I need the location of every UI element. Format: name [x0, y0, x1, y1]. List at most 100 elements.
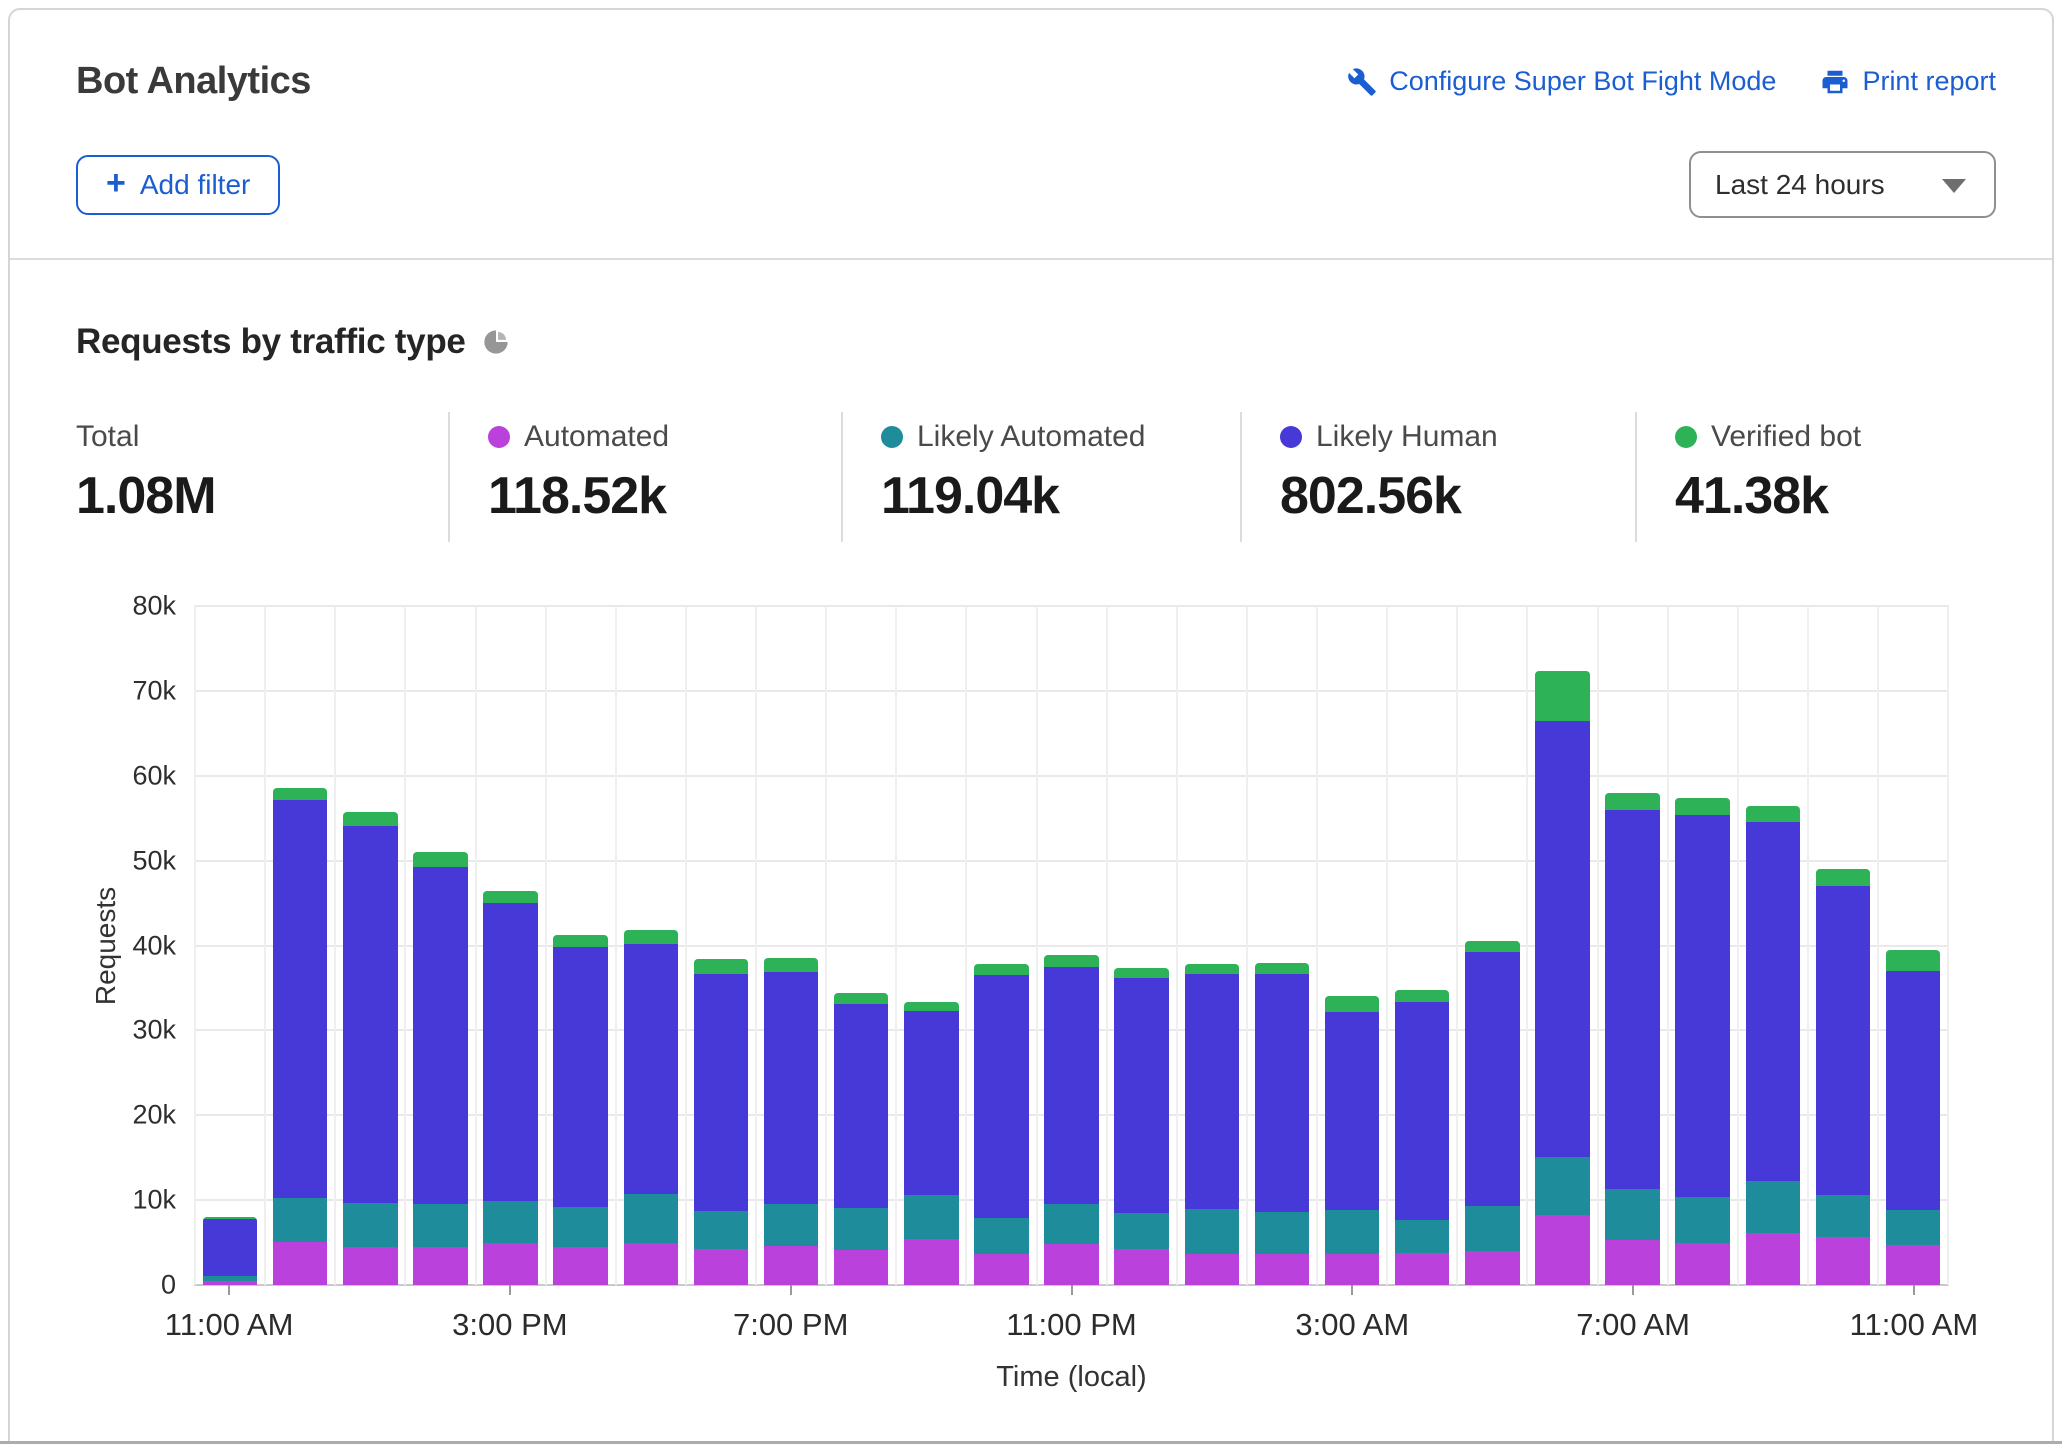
bar-13-1200am[interactable]	[1114, 968, 1169, 1285]
bar-segment-automated	[343, 1246, 398, 1285]
bar-segment-automated	[693, 1249, 749, 1285]
bar-23-1000am[interactable]	[1815, 869, 1871, 1285]
stat-likely-automated: Likely Automated 119.04k	[841, 412, 1240, 542]
stat-likely-human-value: 802.56k	[1280, 467, 1462, 525]
stat-total-value: 1.08M	[76, 467, 217, 525]
bar-segment-likely_human	[413, 866, 468, 1205]
bar-10-900pm[interactable]	[904, 1001, 959, 1285]
x-tick-label-700pm: 7:00 PM	[732, 1307, 849, 1342]
bar-segment-likely_human	[343, 825, 398, 1203]
bar-7-600pm[interactable]	[693, 959, 749, 1285]
bar-segment-likely_automated	[413, 1204, 468, 1247]
bar-4-300pm[interactable]	[483, 891, 538, 1285]
bar-segment-verified_bot	[1675, 797, 1730, 815]
bar-segment-verified_bot	[1465, 941, 1520, 953]
bar-slot-0	[194, 606, 264, 1285]
bar-24-1100am[interactable]	[1885, 949, 1941, 1285]
bar-segment-verified_bot	[1044, 954, 1099, 967]
bar-15-200am[interactable]	[1254, 963, 1310, 1285]
time-range-select[interactable]: Last 24 hours	[1689, 151, 1996, 218]
bar-20-700am[interactable]	[1605, 792, 1660, 1285]
bar-9-800pm[interactable]	[833, 993, 889, 1285]
bar-8-700pm[interactable]	[763, 958, 819, 1285]
stat-automated: Automated 118.52k	[448, 412, 841, 542]
bar-segment-automated	[1114, 1249, 1169, 1285]
bar-segment-automated	[483, 1242, 538, 1285]
bar-segment-automated	[1324, 1253, 1380, 1285]
bar-segment-likely_human	[1675, 814, 1730, 1197]
bar-slot-22	[1736, 606, 1807, 1285]
print-link-label: Print report	[1862, 66, 1996, 96]
bar-segment-verified_bot	[343, 812, 398, 826]
bar-segment-likely_human	[553, 947, 608, 1207]
bar-segment-automated	[1394, 1252, 1450, 1285]
bar-6-500pm[interactable]	[623, 930, 679, 1285]
bar-segment-likely_human	[974, 975, 1029, 1218]
x-tick-label-700am: 7:00 AM	[1576, 1307, 1690, 1342]
bar-slot-7	[684, 606, 755, 1285]
bar-segment-verified_bot	[1114, 968, 1169, 978]
bar-segment-likely_automated	[1044, 1204, 1099, 1245]
x-tick-mark-2	[789, 1285, 792, 1295]
bar-segment-likely_automated	[1184, 1208, 1240, 1255]
bar-segment-likely_automated	[693, 1211, 749, 1250]
bar-17-400am[interactable]	[1394, 989, 1450, 1285]
y-tick-70k: 70k	[132, 675, 176, 706]
bar-segment-likely_automated	[272, 1197, 328, 1242]
y-tick-60k: 60k	[132, 760, 176, 791]
bar-segment-likely_human	[1605, 809, 1660, 1190]
stat-likely-human: Likely Human 802.56k	[1240, 412, 1635, 542]
x-tick-mark-3	[1070, 1285, 1073, 1295]
bar-segment-automated	[1885, 1245, 1941, 1285]
bar-18-500am[interactable]	[1465, 941, 1520, 1285]
bar-segment-likely_automated	[343, 1202, 398, 1247]
x-tick-label-1100pm: 11:00 PM	[1006, 1307, 1137, 1342]
bar-segment-likely_automated	[1675, 1196, 1730, 1243]
stat-verified-bot: Verified bot 41.38k	[1635, 412, 1996, 542]
wrench-icon	[1347, 67, 1377, 97]
bar-22-900am[interactable]	[1745, 806, 1801, 1285]
bar-slot-1	[264, 606, 334, 1285]
bar-21-800am[interactable]	[1675, 797, 1730, 1285]
bar-16-300am[interactable]	[1324, 995, 1380, 1285]
bar-1-1200pm[interactable]	[272, 787, 328, 1285]
bar-segment-automated	[1184, 1254, 1240, 1285]
bar-slot-12	[1035, 606, 1106, 1285]
bar-segment-likely_human	[1394, 1001, 1450, 1220]
card-header: Bot Analytics Configure Super Bot Fight …	[10, 10, 2052, 258]
bar-19-600am[interactable]	[1535, 670, 1590, 1285]
stats-row: Total 1.08M Automated 118.52k Likely Aut…	[76, 412, 1996, 542]
bar-5-400pm[interactable]	[553, 934, 608, 1285]
bar-segment-verified_bot	[693, 959, 749, 974]
bar-3-200pm[interactable]	[413, 852, 468, 1285]
bar-segment-likely_human	[763, 971, 819, 1205]
bar-slot-19	[1526, 606, 1596, 1285]
bar-segment-likely_human	[1745, 822, 1801, 1182]
bar-2-100pm[interactable]	[343, 812, 398, 1285]
x-tick-mark-6	[1912, 1285, 1915, 1295]
bar-segment-verified_bot	[904, 1001, 959, 1011]
bar-segment-automated	[1745, 1233, 1801, 1285]
configure-super-bot-fight-mode-link[interactable]: Configure Super Bot Fight Mode	[1347, 66, 1776, 97]
bar-slot-15	[1245, 606, 1316, 1285]
bottom-divider	[0, 1441, 2062, 1444]
bar-slot-9	[825, 606, 895, 1285]
bar-12-1100pm[interactable]	[1044, 954, 1099, 1285]
stat-total-label: Total	[76, 420, 140, 453]
section-title: Requests by traffic type	[76, 322, 466, 361]
x-tick-mark-5	[1632, 1285, 1635, 1295]
bar-segment-likely_human	[623, 943, 679, 1195]
bar-segment-likely_automated	[1394, 1219, 1450, 1253]
bar-segment-verified_bot	[763, 958, 819, 972]
bar-14-100am[interactable]	[1184, 964, 1240, 1285]
bar-segment-verified_bot	[1324, 995, 1380, 1012]
bar-segment-likely_automated	[1605, 1189, 1660, 1241]
bar-segment-likely_human	[1044, 966, 1099, 1205]
print-report-link[interactable]: Print report	[1820, 66, 1996, 97]
stat-automated-label: Automated	[524, 420, 670, 453]
bar-11-1000pm[interactable]	[974, 964, 1029, 1285]
bar-segment-likely_human	[1465, 952, 1520, 1207]
bar-segment-automated	[1044, 1244, 1099, 1285]
bar-0-1100am[interactable]	[202, 1217, 258, 1285]
add-filter-button[interactable]: + Add filter	[76, 154, 281, 215]
